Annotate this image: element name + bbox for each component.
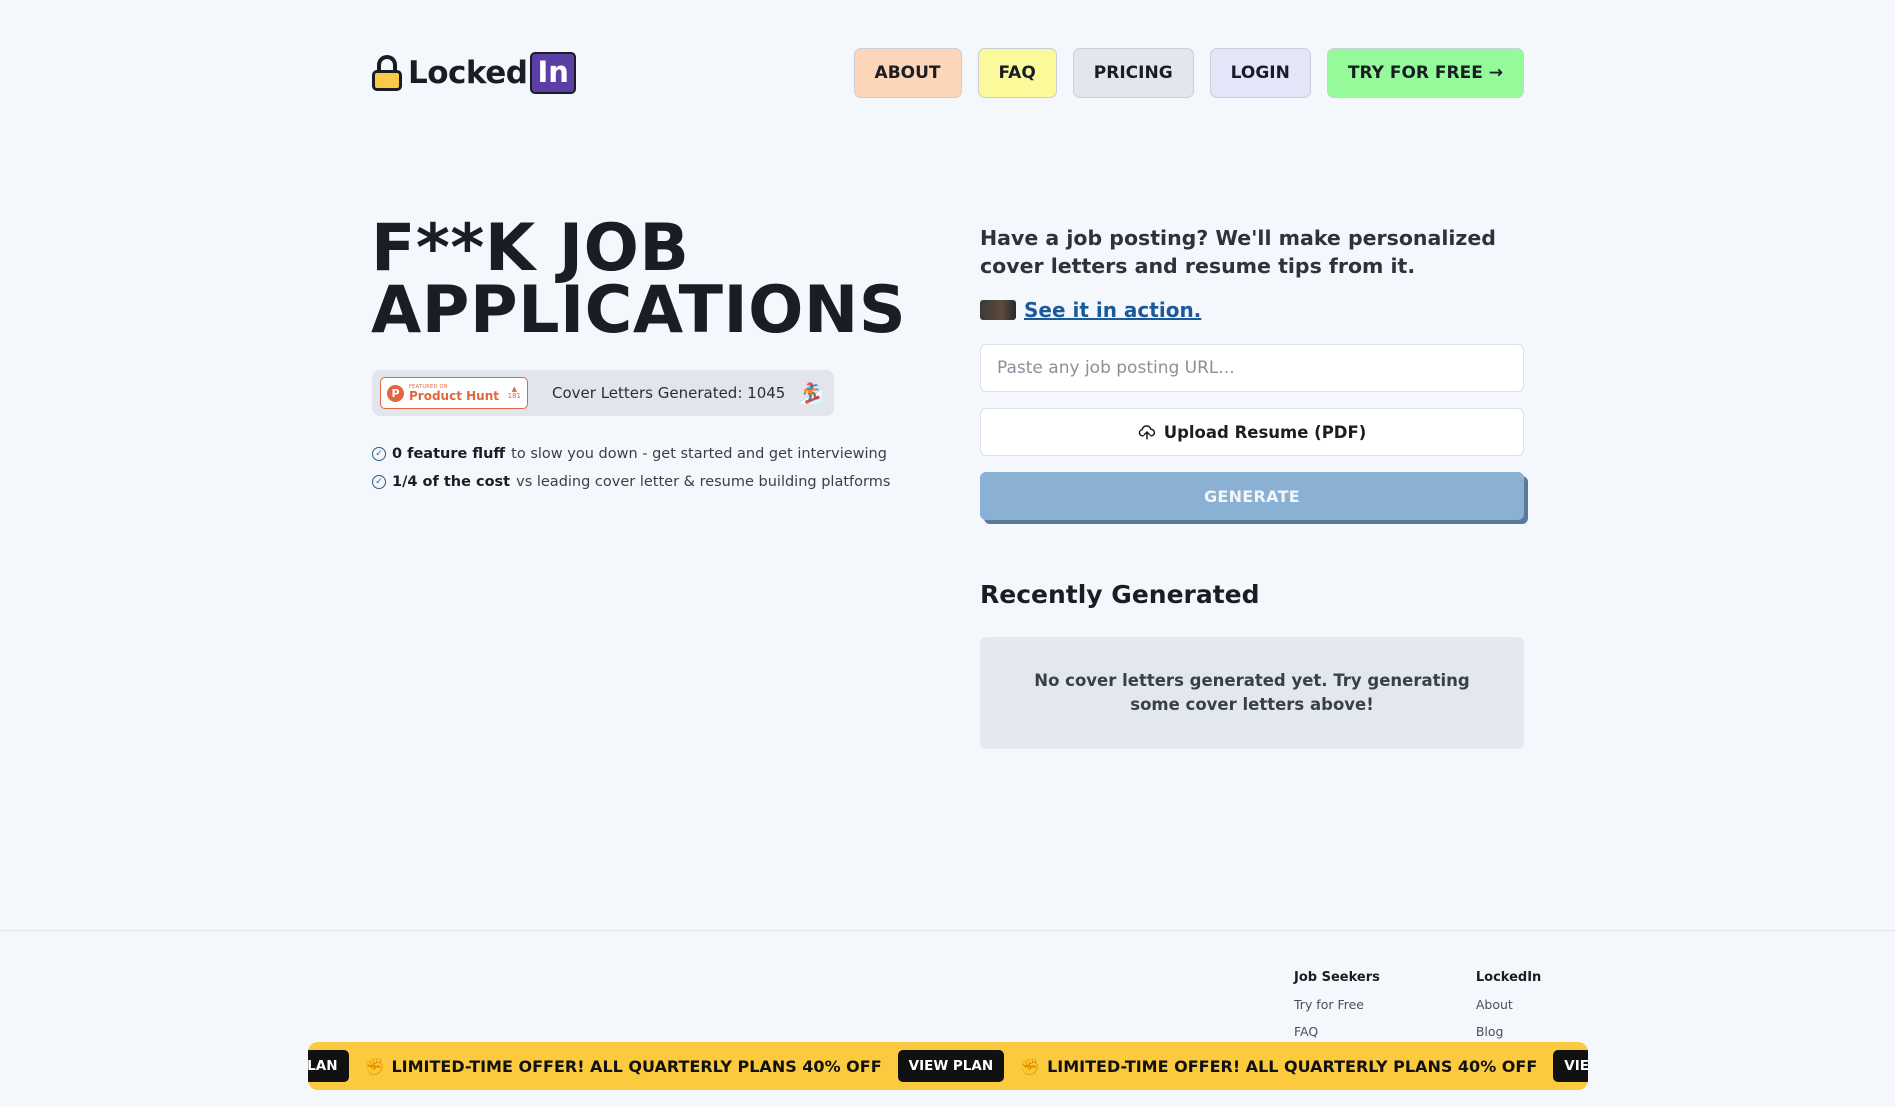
main-nav: ABOUT FAQ PRICING LOGIN TRY FOR FREE →: [853, 48, 1524, 98]
footer-link-about[interactable]: About: [1476, 997, 1541, 1012]
logo-badge: In: [530, 52, 576, 94]
snowboarder-emoji-icon: 🏂: [799, 381, 825, 405]
fist-icon: ✊: [1020, 1056, 1041, 1076]
recent-empty-state: No cover letters generated yet. Try gene…: [980, 637, 1524, 749]
offer-text: ✊ LIMITED-TIME OFFER! ALL QUARTERLY PLAN…: [1004, 1057, 1553, 1076]
check-circle-icon: ✓: [372, 475, 386, 489]
footer-heading: LockedIn: [1475, 970, 1542, 985]
nav-pricing-button[interactable]: PRICING: [1072, 48, 1194, 98]
view-plan-button[interactable]: VIEW PLAN: [308, 1050, 349, 1082]
vote-count: 181: [507, 392, 521, 400]
feature-bold: 0 feature fluff: [392, 446, 506, 462]
recently-generated-title: Recently Generated: [980, 580, 1260, 609]
product-hunt-name: Product Hunt: [409, 388, 499, 403]
view-plan-button[interactable]: VIEW PLAN: [897, 1050, 1005, 1082]
offer-label: LIMITED-TIME OFFER! ALL QUARTERLY PLANS …: [391, 1056, 882, 1076]
marquee-track: VIEW PLAN ✊ LIMITED-TIME OFFER! ALL QUAR…: [308, 1042, 1588, 1090]
feature-item: ✓ 1/4 of the cost vs leading cover lette…: [372, 468, 932, 496]
stats-pill: P FEATURED ON Product Hunt ▲ 181 Cover L…: [372, 370, 834, 416]
feature-bold: 1/4 of the cost: [392, 474, 511, 490]
footer-link-faq[interactable]: FAQ: [1294, 1024, 1380, 1039]
logo[interactable]: Locked In: [372, 52, 576, 94]
product-hunt-badge[interactable]: P FEATURED ON Product Hunt ▲ 181: [380, 377, 528, 409]
view-plan-button[interactable]: VIEW PLAN: [1553, 1050, 1588, 1082]
feature-list: ✓ 0 feature fluff to slow you down - get…: [372, 440, 932, 496]
cover-letters-count: Cover Letters Generated: 1045: [552, 384, 786, 402]
nav-about-button[interactable]: ABOUT: [853, 48, 962, 98]
feature-rest: vs leading cover letter & resume buildin…: [516, 474, 891, 490]
upload-resume-button[interactable]: Upload Resume (PDF): [980, 408, 1524, 456]
lock-icon: [372, 55, 402, 91]
try-for-free-button[interactable]: TRY FOR FREE →: [1326, 48, 1524, 98]
see-in-action: See it in action.: [980, 298, 1524, 322]
generate-button[interactable]: GENERATE: [980, 472, 1524, 520]
hero-title: F**K JOB APPLICATIONS: [371, 211, 907, 348]
site-header: Locked In ABOUT FAQ PRICING LOGIN TRY FO…: [372, 48, 1524, 98]
feature-rest: to slow you down - get started and get i…: [511, 446, 887, 462]
footer-links: Job Seekers Try for Free FAQ LockedIn Ab…: [1294, 970, 1541, 1039]
offer-label: LIMITED-TIME OFFER! ALL QUARTERLY PLANS …: [1047, 1056, 1538, 1076]
footer-col-job-seekers: Job Seekers Try for Free FAQ: [1294, 970, 1380, 1039]
footer-link-try-free[interactable]: Try for Free: [1294, 997, 1380, 1012]
footer-divider: [0, 930, 1895, 931]
nav-login-button[interactable]: LOGIN: [1209, 48, 1311, 98]
job-url-input[interactable]: [980, 344, 1524, 392]
product-hunt-text: FEATURED ON Product Hunt: [409, 384, 499, 403]
cloud-upload-icon: [1138, 425, 1155, 440]
footer-link-blog[interactable]: Blog: [1476, 1024, 1541, 1039]
fist-icon: ✊: [364, 1056, 385, 1076]
product-hunt-icon: P: [387, 384, 404, 402]
video-thumbnail[interactable]: [980, 300, 1016, 320]
footer-heading: Job Seekers: [1294, 970, 1380, 985]
product-hunt-votes: ▲ 181: [508, 386, 521, 400]
tagline: Have a job posting? We'll make personali…: [980, 226, 1496, 278]
feature-item: ✓ 0 feature fluff to slow you down - get…: [372, 440, 932, 468]
logo-word: Locked: [408, 55, 528, 91]
generator-panel: Have a job posting? We'll make personali…: [980, 224, 1524, 749]
upload-resume-label: Upload Resume (PDF): [1163, 422, 1367, 442]
offer-text: ✊ LIMITED-TIME OFFER! ALL QUARTERLY PLAN…: [349, 1057, 898, 1076]
check-circle-icon: ✓: [372, 447, 386, 461]
nav-faq-button[interactable]: FAQ: [977, 48, 1057, 98]
footer-col-lockedin: LockedIn About Blog: [1476, 970, 1541, 1039]
promo-marquee: VIEW PLAN ✊ LIMITED-TIME OFFER! ALL QUAR…: [308, 1042, 1588, 1090]
see-in-action-link[interactable]: See it in action.: [1024, 298, 1201, 322]
